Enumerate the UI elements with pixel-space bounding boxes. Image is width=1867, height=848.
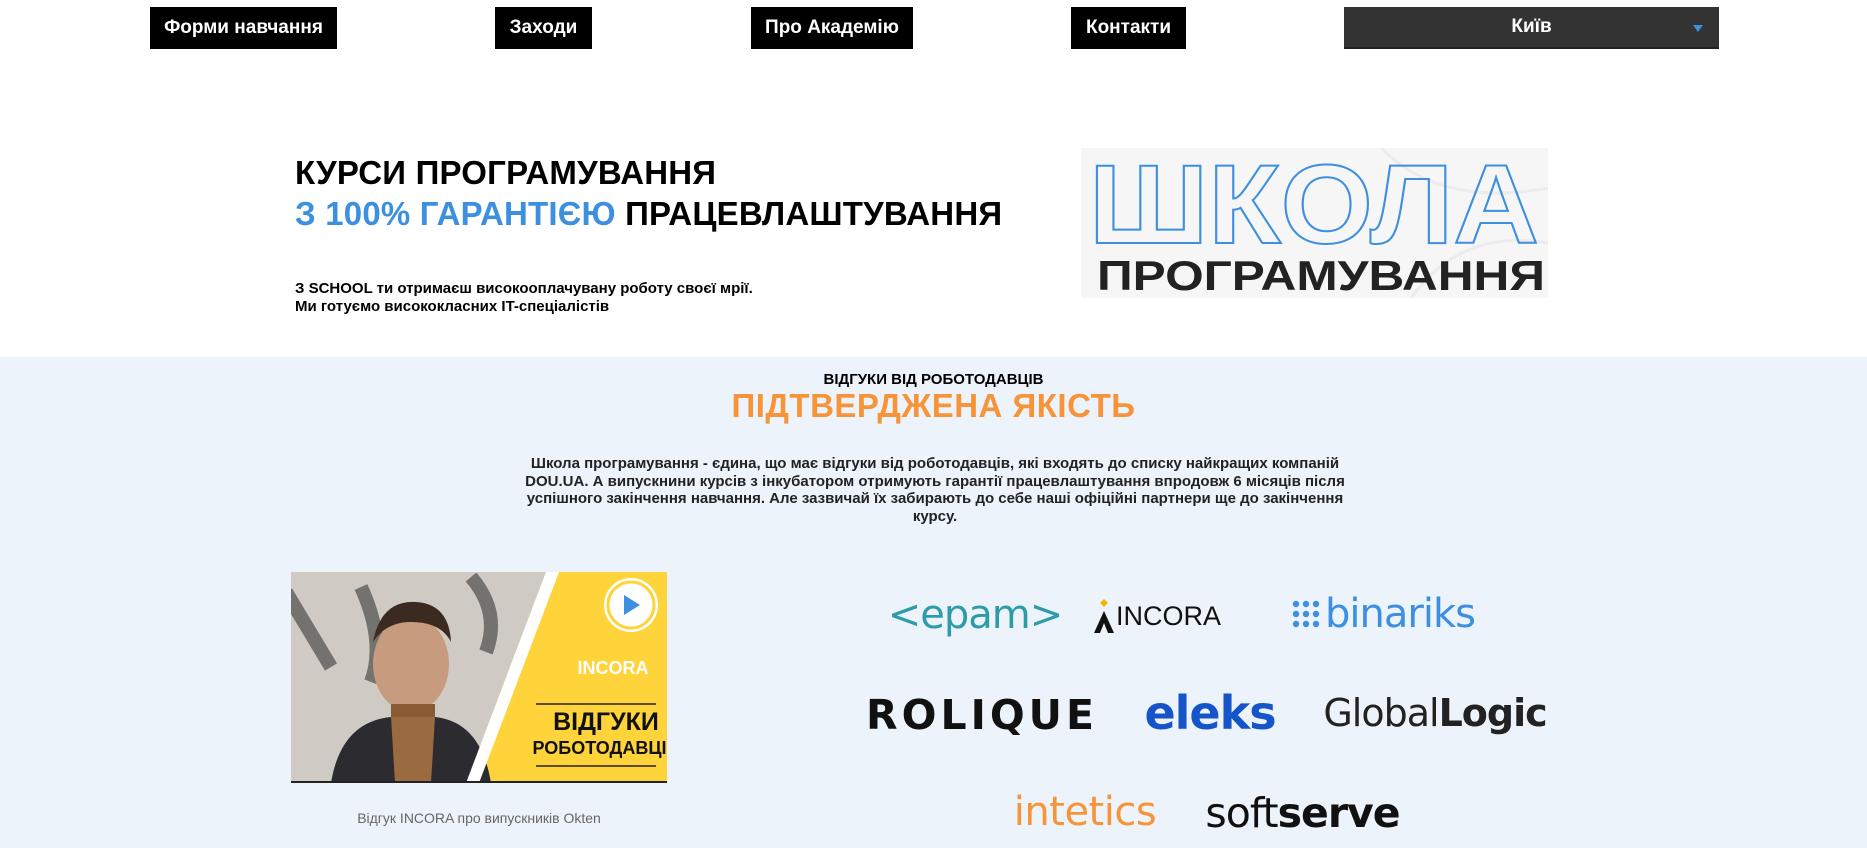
- reviews-description: Школа програмування - єдина, що має відг…: [525, 455, 1345, 525]
- city-select-value: Київ: [1511, 16, 1552, 37]
- softserve-logo-text-a: soft: [1205, 789, 1278, 837]
- partner-logo-binariks[interactable]: binariks: [1283, 588, 1483, 640]
- hero-title-accent: З 100% ГАРАНТІЄЮ: [295, 195, 616, 232]
- video-title-line2: РОБОТОДАВЦІВ: [533, 738, 668, 758]
- globallogic-logo-text-b: Logic: [1438, 691, 1548, 735]
- partner-logo-rolique[interactable]: ROLIQUE: [866, 690, 1098, 740]
- hero-title-rest: ПРАЦЕВЛАШТУВАННЯ: [625, 195, 1003, 232]
- school-logo-top: ШКОЛА: [1089, 148, 1539, 267]
- incora-logo-text: INCORA: [1115, 600, 1221, 631]
- hero-title-line2: З 100% ГАРАНТІЄЮ ПРАЦЕВЛАШТУВАННЯ: [295, 193, 1002, 234]
- partner-logo-globallogic[interactable]: Global Logic: [1320, 688, 1550, 738]
- hero-subtitle-line1: З SCHOOL ти отримаєш високооплачувану ро…: [295, 280, 753, 297]
- person-face: [373, 616, 449, 712]
- incora-icon: [1093, 599, 1114, 633]
- intetics-logo-text: intetics: [1013, 789, 1157, 835]
- partner-logo-eleks[interactable]: eleks: [1144, 685, 1276, 741]
- hero-subtitle: З SCHOOL ти отримаєш високооплачувану ро…: [295, 280, 753, 316]
- nav-forms-button[interactable]: Форми навчання: [150, 7, 337, 49]
- chevron-down-icon: [1693, 25, 1703, 32]
- reviews-kicker: ВІДГУКИ ВІД РОБОТОДАВЦІВ: [823, 371, 1044, 388]
- partner-logo-intetics[interactable]: intetics: [1010, 785, 1160, 839]
- nav-events-button[interactable]: Заходи: [495, 7, 592, 49]
- video-caption: Відгук INCORA про випускників Okten: [357, 810, 601, 826]
- city-select[interactable]: Київ: [1344, 7, 1719, 49]
- school-logo-bottom: ПРОГРАМУВАННЯ: [1097, 252, 1545, 298]
- rolique-logo-text: ROLIQUE: [866, 691, 1098, 739]
- binariks-logo-text: binariks: [1325, 591, 1476, 637]
- hero-title: КУРСИ ПРОГРАМУВАННЯ З 100% ГАРАНТІЄЮ ПРА…: [295, 152, 1002, 234]
- video-brand: INCORA: [578, 658, 649, 678]
- nav-about-button[interactable]: Про Академію: [751, 7, 913, 49]
- video-title-line1: ВІДГУКИ: [553, 708, 659, 736]
- reviews-title: ПІДТВЕРДЖЕНА ЯКІСТЬ: [731, 387, 1136, 424]
- school-logo: ШКОЛА ПРОГРАМУВАННЯ: [1081, 148, 1548, 298]
- eleks-logo-text: eleks: [1144, 686, 1276, 740]
- nav-contacts-button[interactable]: Контакти: [1071, 7, 1186, 49]
- partner-logo-incora[interactable]: INCORA: [1085, 592, 1230, 640]
- partner-logo-epam[interactable]: <epam>: [888, 590, 1064, 640]
- review-video-thumbnail[interactable]: INCORA ВІДГУКИ РОБОТОДАВЦІВ: [291, 572, 667, 783]
- hero-title-line1: КУРСИ ПРОГРАМУВАННЯ: [295, 154, 717, 191]
- epam-logo-text: <epam>: [887, 592, 1064, 638]
- globallogic-logo-text-a: Global: [1323, 691, 1439, 735]
- hero-subtitle-line2: Ми готуємо висококласних IT-спеціалістів: [295, 298, 610, 315]
- softserve-logo-text-b: serve: [1277, 789, 1401, 837]
- binariks-icon: [1292, 600, 1320, 628]
- partner-logo-softserve[interactable]: soft serve: [1200, 786, 1405, 840]
